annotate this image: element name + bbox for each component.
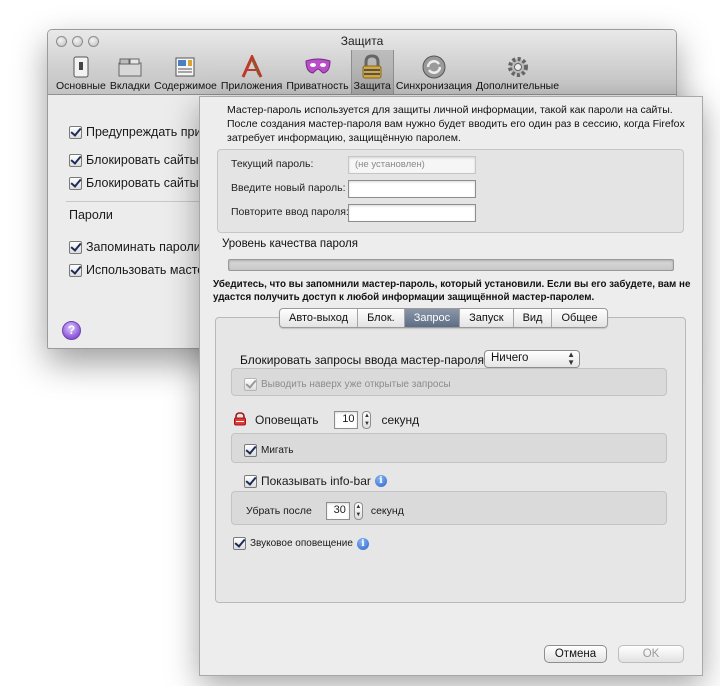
checkbox-label: Мигать bbox=[261, 445, 294, 456]
repeat-password-label: Повторите ввод пароля: bbox=[231, 206, 349, 218]
infobar-checkbox-row[interactable]: Показывать info-bar i bbox=[244, 474, 387, 488]
toolbar-item-security[interactable]: Защита bbox=[350, 50, 394, 94]
checkbox[interactable] bbox=[233, 537, 246, 550]
checkbox[interactable] bbox=[69, 153, 82, 167]
notify-seconds-input[interactable]: 10 bbox=[334, 411, 359, 429]
current-password-field: (не установлен) bbox=[348, 156, 476, 174]
block-prompts-label: Блокировать запросы ввода мастер-пароля: bbox=[240, 353, 488, 367]
toolbar-label: Дополнительные bbox=[475, 80, 560, 92]
tab-lock[interactable]: Блок. bbox=[358, 309, 405, 327]
intro-text: Мастер-пароль используется для защиты ли… bbox=[227, 104, 685, 144]
checkbox[interactable] bbox=[244, 474, 257, 488]
remove-after-input[interactable]: 30 bbox=[325, 502, 350, 520]
notify-seconds-stepper[interactable]: ▲ ▼ bbox=[362, 411, 372, 429]
checkbox-label: Блокировать сайты, п bbox=[86, 176, 213, 190]
toolbar-item-general[interactable]: Основные bbox=[54, 50, 108, 94]
password-box: Текущий пароль: (не установлен) Введите … bbox=[217, 149, 684, 233]
blink-group bbox=[231, 433, 667, 463]
mask-icon bbox=[304, 54, 332, 80]
checkbox[interactable] bbox=[69, 176, 82, 190]
current-password-label: Текущий пароль: bbox=[231, 158, 314, 170]
checkbox bbox=[244, 378, 257, 391]
block-forgeries-checkbox-row[interactable]: Блокировать сайты, п bbox=[69, 176, 212, 190]
remember-passwords-checkbox-row[interactable]: Запоминать пароли д bbox=[69, 240, 211, 254]
checkbox[interactable] bbox=[244, 444, 257, 457]
checkbox[interactable] bbox=[69, 125, 82, 139]
tab-prompt[interactable]: Запрос bbox=[404, 309, 461, 327]
block-prompts-select[interactable]: Ничего ▲ ▼ bbox=[484, 350, 580, 368]
window-title: Защита bbox=[340, 34, 384, 48]
title-bar: Защита Основные Вкладки Содержимое Прило… bbox=[48, 30, 676, 95]
checkbox-label: Использовать мастер- bbox=[86, 263, 216, 277]
info-icon[interactable]: i bbox=[374, 475, 387, 487]
passwords-section-title: Пароли bbox=[69, 208, 113, 222]
tab-startup[interactable]: Запуск bbox=[460, 309, 514, 327]
password-quality-label: Уровень качества пароля bbox=[222, 238, 358, 250]
checkbox-label: Предупреждать при п bbox=[86, 125, 212, 139]
notify-row: Оповещать 10 ▲ ▼ секунд bbox=[233, 411, 419, 429]
toolbar-item-applications[interactable]: Приложения bbox=[219, 50, 284, 94]
notify-label: Оповещать bbox=[255, 413, 319, 427]
checkbox-label: Выводить наверх уже открытые запросы bbox=[261, 379, 451, 390]
checkbox-label: Запоминать пароли д bbox=[86, 240, 212, 254]
preferences-toolbar: Основные Вкладки Содержимое Приложения П… bbox=[54, 50, 561, 94]
toolbar-label: Основные bbox=[56, 80, 106, 92]
select-value: Ничего bbox=[491, 352, 529, 364]
toolbar-label: Приватность bbox=[286, 80, 349, 92]
toolbar-item-tabs[interactable]: Вкладки bbox=[108, 50, 152, 94]
settings-tabs: Авто-выход Блок. Запрос Запуск Вид Общее bbox=[279, 308, 608, 328]
toolbar-item-privacy[interactable]: Приватность bbox=[284, 50, 350, 94]
cancel-button[interactable]: Отмена bbox=[544, 645, 607, 663]
tabs-icon bbox=[116, 54, 144, 80]
checkbox[interactable] bbox=[69, 263, 82, 277]
tab-general[interactable]: Общее bbox=[552, 309, 606, 327]
checkbox-label: Звуковое оповещение bbox=[250, 538, 353, 549]
use-master-password-checkbox-row[interactable]: Использовать мастер- bbox=[69, 263, 215, 277]
warn-addons-checkbox-row[interactable]: Предупреждать при п bbox=[69, 125, 212, 139]
seconds-label: секунд bbox=[381, 413, 420, 427]
divider bbox=[66, 201, 206, 202]
checkbox-label: Блокировать сайты, п bbox=[86, 153, 213, 167]
bring-front-checkbox-row: Выводить наверх уже открытые запросы bbox=[244, 378, 451, 391]
toolbar-label: Защита bbox=[353, 80, 391, 92]
remove-after-row: Убрать после 30 ▲ ▼ секунд bbox=[246, 502, 404, 520]
toolbar-label: Вкладки bbox=[109, 80, 151, 92]
info-icon[interactable]: i bbox=[356, 537, 369, 550]
lock-icon bbox=[358, 54, 386, 80]
tab-auto-logout[interactable]: Авто-выход bbox=[280, 309, 359, 327]
help-button[interactable]: ? bbox=[62, 321, 81, 340]
toolbar-label: Синхронизация bbox=[395, 80, 472, 92]
toolbar-item-content[interactable]: Содержимое bbox=[152, 50, 219, 94]
toolbar-label: Содержимое bbox=[154, 80, 217, 92]
new-password-field[interactable] bbox=[348, 180, 476, 198]
remove-after-stepper[interactable]: ▲ ▼ bbox=[353, 502, 363, 520]
tab-view[interactable]: Вид bbox=[514, 309, 553, 327]
warning-text: Убедитесь, что вы запомнили мастер-парол… bbox=[213, 279, 691, 303]
gear-icon bbox=[504, 54, 532, 80]
new-password-label: Введите новый пароль: bbox=[231, 182, 346, 194]
blink-checkbox-row[interactable]: Мигать bbox=[244, 444, 293, 457]
checkbox-label: Показывать info-bar bbox=[261, 474, 371, 488]
ok-button[interactable]: OK bbox=[618, 645, 684, 663]
applications-icon bbox=[238, 54, 266, 80]
notify-icon bbox=[233, 411, 247, 429]
toolbar-label: Приложения bbox=[220, 80, 283, 92]
sound-checkbox-row[interactable]: Звуковое оповещение i bbox=[233, 537, 369, 550]
checkbox[interactable] bbox=[69, 240, 82, 254]
toolbar-item-sync[interactable]: Синхронизация bbox=[394, 50, 474, 94]
switch-icon bbox=[67, 54, 95, 80]
content-icon bbox=[172, 54, 200, 80]
sync-icon bbox=[420, 54, 448, 80]
block-attack-sites-checkbox-row[interactable]: Блокировать сайты, п bbox=[69, 153, 212, 167]
toolbar-item-advanced[interactable]: Дополнительные bbox=[474, 50, 561, 94]
repeat-password-field[interactable] bbox=[348, 204, 476, 222]
updown-arrows-icon: ▲ ▼ bbox=[567, 350, 575, 367]
seconds-label: секунд bbox=[370, 505, 404, 517]
password-quality-meter bbox=[228, 259, 674, 271]
remove-after-label: Убрать после bbox=[246, 505, 312, 517]
master-password-dialog: Мастер-пароль используется для защиты ли… bbox=[199, 96, 703, 676]
